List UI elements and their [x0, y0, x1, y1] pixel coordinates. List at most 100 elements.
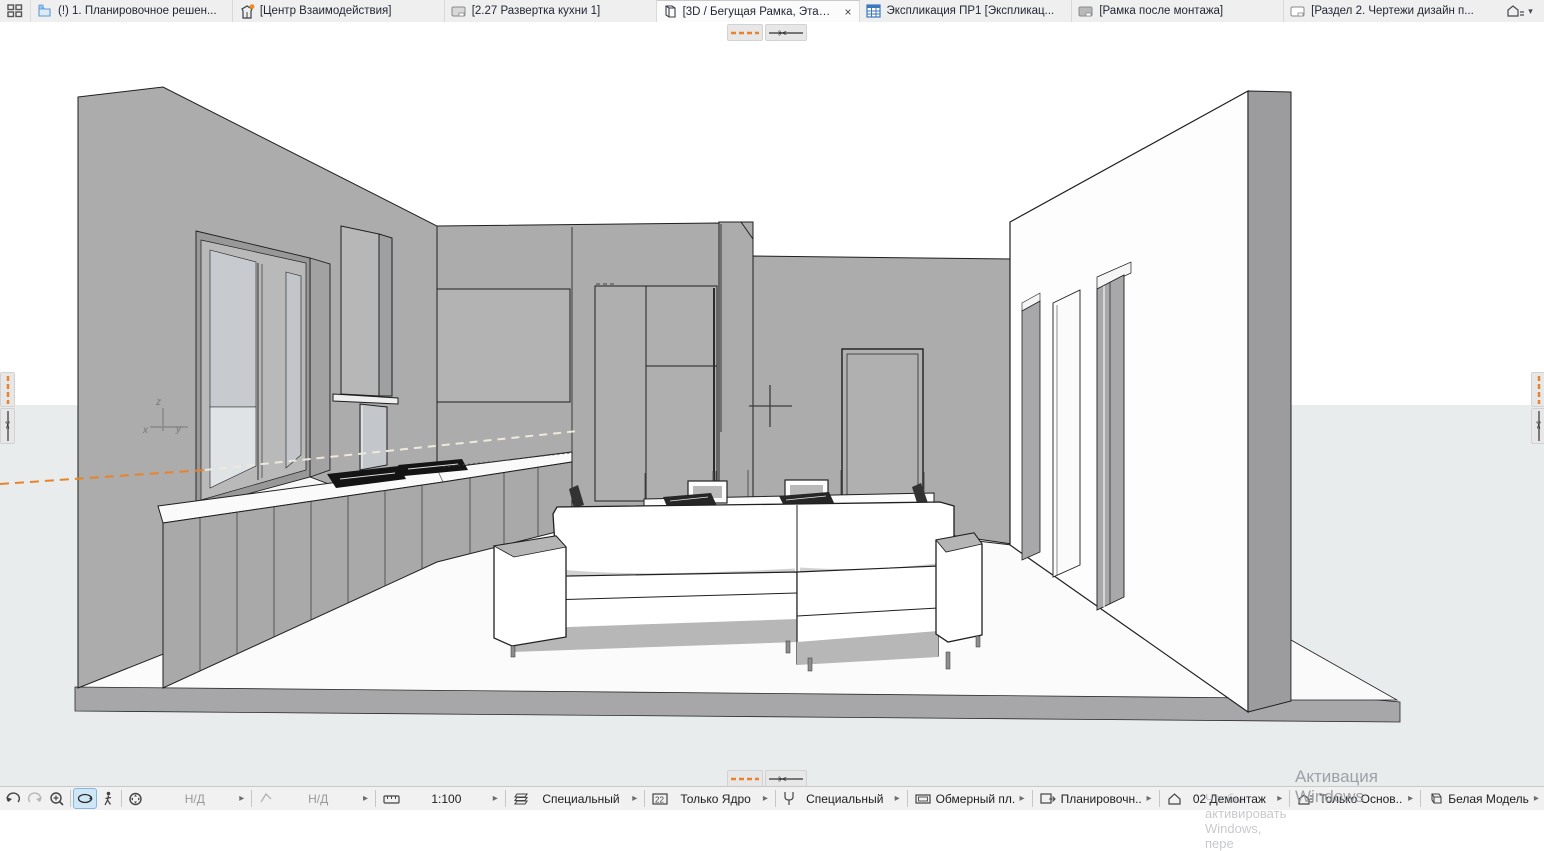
dropdown-arrow-icon: ▸: [1147, 793, 1152, 804]
scissors-icon: ✂: [1533, 411, 1544, 441]
project-file-icon: [37, 4, 53, 18]
fit-in-window-button[interactable]: [124, 789, 146, 808]
dropdown-arrow-icon: ▸: [493, 793, 498, 804]
orbit-button[interactable]: [73, 788, 97, 809]
tab-frame-after-montage[interactable]: [Рамка после монтажа]: [1072, 0, 1284, 22]
tab-label: [2.27 Развертка кухни 1]: [472, 5, 650, 17]
scale-ruler-icon: [383, 793, 400, 805]
window-glass-upper: [210, 250, 256, 407]
dropdown-arrow-icon: ▸: [632, 793, 637, 804]
zoom-previous-icon: [5, 791, 21, 806]
pen-nib-icon: [783, 791, 795, 806]
upper-cabinet: [437, 289, 570, 402]
close-tab-icon[interactable]: ×: [842, 5, 853, 19]
dropdown-arrow-icon: ▸: [239, 793, 244, 804]
layer-combination-dropdown[interactable]: Специальный ▸: [508, 788, 643, 809]
svg-text:22: 22: [655, 795, 664, 804]
schedule-icon: [866, 4, 881, 18]
tab-schedule[interactable]: Экспликация ПР1 [Экспликац...: [860, 0, 1072, 22]
zoom-in-button[interactable]: [46, 789, 68, 808]
scissors-icon: ✂: [769, 772, 803, 785]
zoom-previous-button[interactable]: [2, 789, 24, 808]
renovation-stage-dropdown[interactable]: 02 Демонтаж ▸: [1162, 788, 1288, 809]
layout-icon: [1290, 5, 1306, 18]
marquee-handle-left[interactable]: [0, 372, 15, 407]
model-view-options-value: Специальный: [800, 792, 890, 806]
renovation-filter-value: Только Основ...: [1319, 792, 1403, 806]
tab-bar: (!) 1. Планировочное решен... [Центр Вза…: [0, 0, 1544, 23]
tab-teamwork-center[interactable]: [Центр Взаимодействия]: [233, 0, 445, 22]
axis-label-z: z: [155, 397, 161, 408]
separator: [1032, 790, 1033, 807]
renovation-filter-icon: [1297, 792, 1314, 806]
house-icon: [1167, 792, 1182, 806]
dimension-icon: [915, 793, 931, 805]
door-leaf: [1022, 301, 1040, 560]
hood-window: [360, 404, 387, 470]
marquee-handle-top[interactable]: [727, 24, 763, 41]
marquee-handle-bottom[interactable]: [727, 770, 763, 787]
zoom-level-dropdown[interactable]: Н/Д ▸: [150, 788, 249, 809]
trim-handle-left[interactable]: ✂: [0, 408, 15, 444]
tab-label: [3D / Бегущая Рамка, Этаж 1]: [683, 6, 838, 18]
pen-set-dropdown[interactable]: 22 Только Ядро ▸: [647, 788, 773, 809]
orbit-icon: [77, 792, 93, 805]
model-view-options-dropdown[interactable]: Специальный ▸: [778, 788, 905, 809]
dimension-style-dropdown[interactable]: Обмерный пл... ▸: [910, 788, 1030, 809]
marquee-handle-right[interactable]: [1531, 372, 1544, 407]
3d-viewport[interactable]: z x y ✂ ✂ ✂ ✂: [0, 22, 1544, 786]
separator: [70, 790, 71, 807]
chevron-down-icon: ▾: [1528, 6, 1533, 17]
transfer-settings-icon: [1040, 792, 1056, 806]
white-model-scene: z x y: [0, 22, 1544, 786]
separator: [775, 790, 776, 807]
separator: [251, 790, 252, 807]
elevation-icon: [451, 5, 467, 18]
tall-cabinet: [595, 286, 717, 501]
dropdown-arrow-icon: ▸: [1277, 793, 1282, 804]
separator: [1420, 790, 1421, 807]
trim-handle-top[interactable]: ✂: [765, 24, 807, 41]
favorites-dropdown[interactable]: Планировочн... ▸: [1035, 788, 1157, 809]
explore-walk-button[interactable]: [97, 789, 119, 808]
separator: [375, 790, 376, 807]
tab-overview-button[interactable]: [0, 0, 31, 22]
views-home-icon: [1507, 4, 1525, 19]
3d-view-icon: [663, 4, 678, 19]
layers-icon: [513, 792, 530, 806]
model-display-dropdown[interactable]: Белая Модель ▸: [1423, 788, 1544, 809]
nav-button-group: [0, 788, 150, 809]
scale-value: 1:100: [405, 792, 488, 806]
model-display-value: Белая Модель: [1448, 792, 1529, 806]
separator: [505, 790, 506, 807]
scale-dropdown[interactable]: 1:100 ▸: [378, 788, 503, 809]
zoom-level-value: Н/Д: [155, 792, 234, 806]
trim-handle-bottom[interactable]: ✂: [765, 770, 807, 787]
rotation-dropdown[interactable]: Н/Д ▸: [254, 788, 373, 809]
dropdown-arrow-icon: ▸: [895, 793, 900, 804]
svg-text:✂: ✂: [778, 774, 787, 785]
tab-plan-solution[interactable]: (!) 1. Планировочное решен...: [31, 0, 233, 22]
axis-label-y: y: [175, 424, 182, 435]
tab-section2-drawings[interactable]: [Раздел 2. Чертежи дизайн п...: [1284, 0, 1496, 22]
back-wall-door: [842, 349, 923, 506]
fit-in-window-icon: [127, 791, 144, 807]
tab-list-menu-button[interactable]: ▾: [1496, 0, 1544, 22]
separator: [1159, 790, 1160, 807]
quick-options-bar: Н/Д ▸ Н/Д ▸ 1:100 ▸ Специальный ▸ 22: [0, 786, 1544, 810]
teamwork-tower-icon: [239, 4, 255, 19]
right-wall-end-face: [1248, 91, 1291, 712]
dropdown-arrow-icon: ▸: [1534, 793, 1539, 804]
tab-kitchen-elevation[interactable]: [2.27 Развертка кухни 1]: [445, 0, 657, 22]
zoom-next-icon: [27, 791, 43, 806]
rotation-icon: [259, 792, 273, 805]
trim-handle-right[interactable]: ✂: [1531, 408, 1544, 444]
door-leaf: [1097, 275, 1124, 610]
renovation-filter-dropdown[interactable]: Только Основ... ▸: [1292, 788, 1418, 809]
tab-3d-view[interactable]: [3D / Бегущая Рамка, Этаж 1] ×: [657, 0, 861, 22]
svg-text:✂: ✂: [778, 28, 787, 39]
zoom-in-icon: [49, 791, 65, 807]
pen-set-value: Только Ядро: [673, 792, 758, 806]
zoom-next-button[interactable]: [24, 789, 46, 808]
svg-text:✂: ✂: [2, 421, 12, 429]
